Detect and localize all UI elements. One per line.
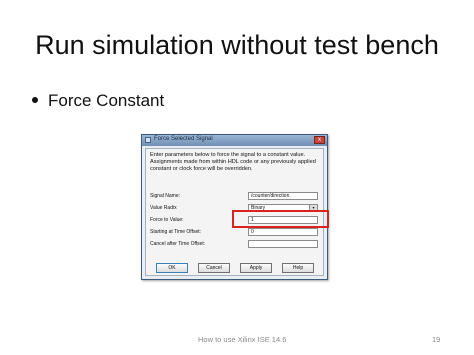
window-icon xyxy=(145,137,151,143)
footer-text: How to use Xilinx ISE 14.6 xyxy=(198,335,287,344)
instructions-text: Enter parameters below to force the sign… xyxy=(150,152,316,172)
cancel-offset-field[interactable] xyxy=(248,240,318,248)
cancel-offset-label: Cancel after Time Offset: xyxy=(150,241,206,247)
value-radix-label: Value Radix xyxy=(150,205,177,211)
cancel-button[interactable]: Cancel xyxy=(198,263,230,273)
ok-button[interactable]: OK xyxy=(156,263,188,273)
close-icon[interactable]: x xyxy=(314,136,325,144)
help-button[interactable]: Help xyxy=(282,263,314,273)
dialog-titlebar[interactable]: Force Selected Signal x xyxy=(142,135,327,146)
bullet-item: Force Constant xyxy=(32,91,164,111)
slide-title: Run simulation without test bench xyxy=(35,30,439,60)
bullet-dot-icon xyxy=(32,96,38,103)
signal-name-label: Signal Name: xyxy=(150,193,181,199)
force-value-label: Force to Value: xyxy=(150,217,184,223)
force-signal-dialog: Force Selected Signal x Enter parameters… xyxy=(141,134,328,280)
apply-button[interactable]: Apply xyxy=(240,263,272,273)
dialog-title: Force Selected Signal xyxy=(154,136,213,142)
page-number: 19 xyxy=(432,335,441,344)
start-offset-label: Starting at Time Offset: xyxy=(150,229,202,235)
bullet-text: Force Constant xyxy=(48,91,165,110)
signal-name-field[interactable]: /counter/direction xyxy=(248,192,318,200)
highlight-annotation xyxy=(232,210,329,228)
start-offset-field[interactable]: 0 xyxy=(248,228,318,236)
